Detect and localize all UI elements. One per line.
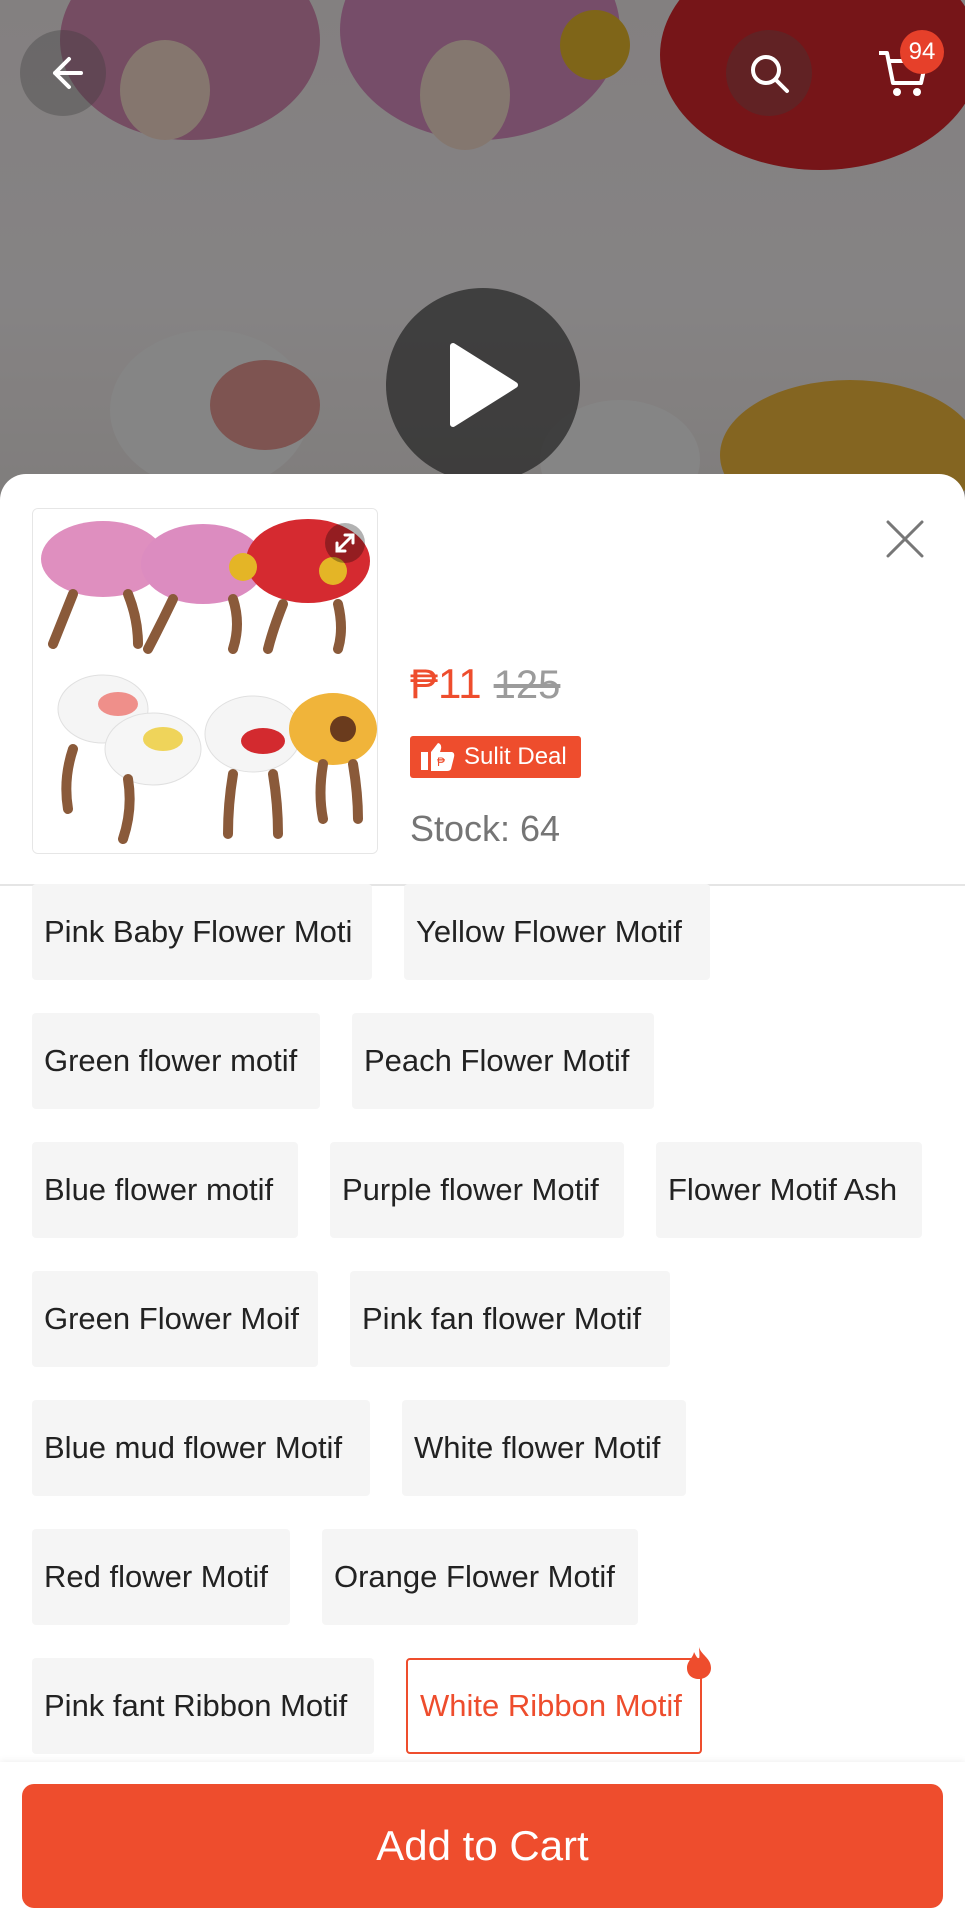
stock-text: Stock: 64 <box>410 808 561 849</box>
option-chip[interactable]: Flower Motif Ash <box>656 1142 922 1238</box>
option-chip[interactable]: Pink fant Ribbon Motif <box>32 1658 374 1754</box>
option-chip[interactable]: Blue flower motif <box>32 1142 298 1238</box>
play-icon <box>450 343 518 427</box>
deal-label: Sulit Deal <box>464 743 567 770</box>
option-chip[interactable]: Green Flower Moif <box>32 1271 318 1367</box>
play-video-button[interactable] <box>386 288 580 482</box>
thumbs-up-icon: ₱ <box>421 743 455 771</box>
option-chip[interactable]: Pink fan flower Motif <box>350 1271 670 1367</box>
product-thumbnail[interactable] <box>32 508 378 854</box>
option-chip[interactable]: Green flower motif <box>32 1013 320 1109</box>
option-chip-selected[interactable]: White Ribbon Motif <box>406 1647 711 1754</box>
svg-text:₱: ₱ <box>437 755 445 769</box>
bottom-bar: Add to Cart <box>0 1762 965 1920</box>
option-chip[interactable]: Orange Flower Motif <box>322 1529 638 1625</box>
back-button[interactable] <box>20 30 106 116</box>
variation-options: Pink Baby Flower Moti Yellow Flower Moti… <box>32 884 942 1787</box>
original-price: 125 <box>493 663 561 707</box>
fire-icon <box>687 1647 711 1679</box>
price-row: ₱11 125 <box>410 660 560 708</box>
variation-sheet: ₱11 125 ₱ Sulit Deal Stock: 64 Pink Baby… <box>0 474 965 1920</box>
option-chip[interactable]: Blue mud flower Motif <box>32 1400 370 1496</box>
add-to-cart-button[interactable]: Add to Cart <box>22 1784 943 1908</box>
cart-count-badge: 94 <box>900 30 944 74</box>
option-chip[interactable]: White flower Motif <box>402 1400 686 1496</box>
option-chip[interactable]: Yellow Flower Motif <box>404 884 710 980</box>
option-chip[interactable]: Red flower Motif <box>32 1529 290 1625</box>
option-chip[interactable]: Purple flower Motif <box>330 1142 624 1238</box>
option-chip[interactable]: Pink Baby Flower Moti <box>32 884 372 980</box>
search-icon <box>751 55 789 93</box>
search-button[interactable] <box>726 30 812 116</box>
close-icon[interactable] <box>880 514 930 564</box>
option-chip[interactable]: Peach Flower Motif <box>352 1013 654 1109</box>
current-price: ₱11 <box>410 660 482 707</box>
sulit-deal-badge: ₱ Sulit Deal <box>410 736 581 778</box>
arrow-left-icon <box>53 57 83 89</box>
expand-icon[interactable] <box>323 521 367 565</box>
